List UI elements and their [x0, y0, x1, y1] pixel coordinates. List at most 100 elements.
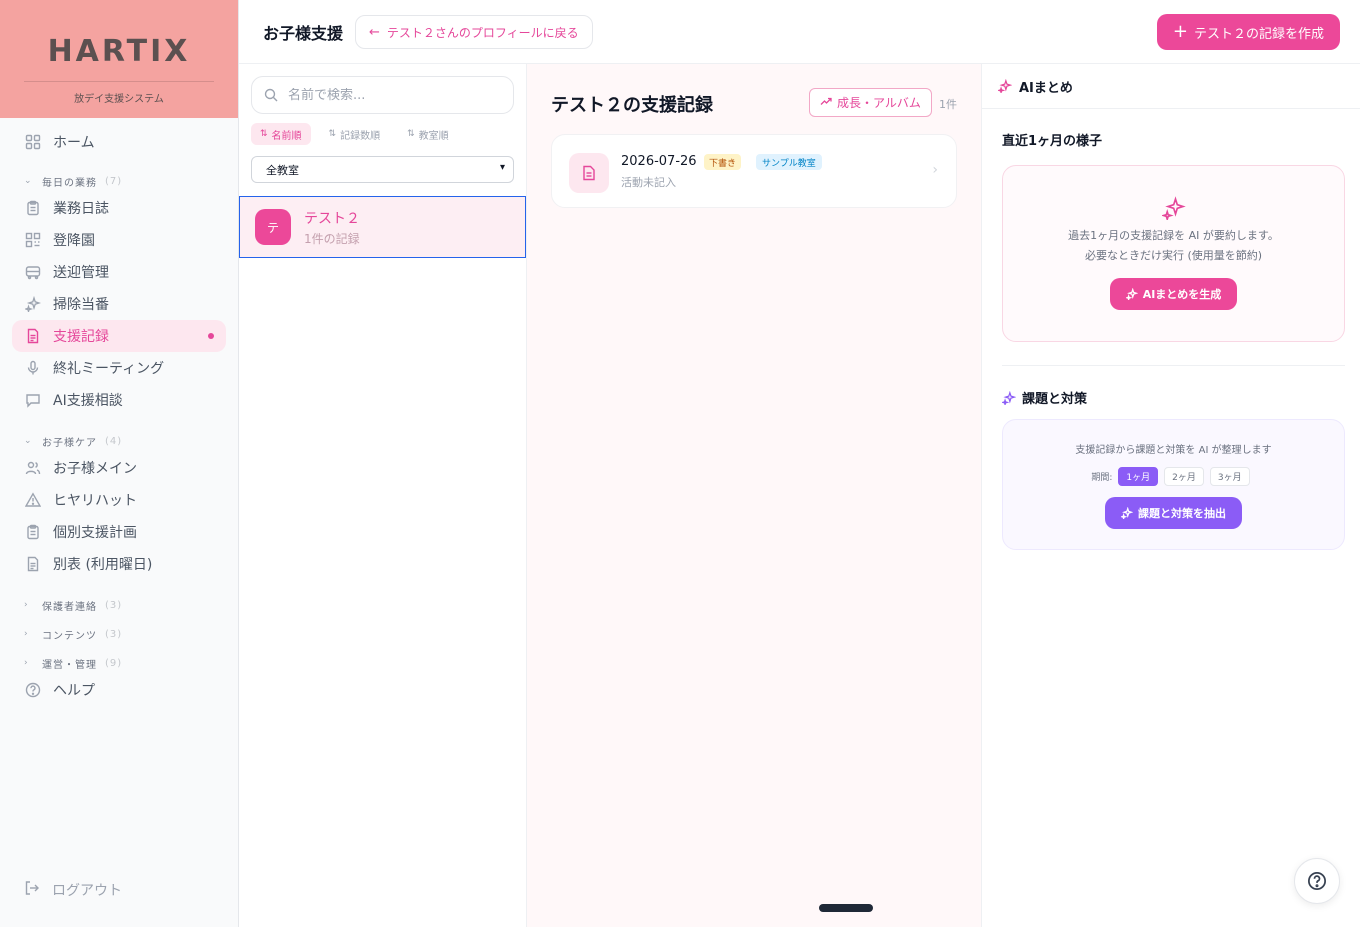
issues-description: 支援記録から課題と対策を AI が整理します — [1075, 445, 1272, 456]
sort-by-count-button[interactable]: ⇅ 記録数順 — [320, 123, 390, 145]
sort-by-room-button[interactable]: ⇅ 教室順 — [398, 123, 458, 145]
ai-panel-title: AIまとめ — [1019, 80, 1073, 96]
nav-group-care[interactable]: ⌄ お子様ケア (4) — [24, 430, 238, 452]
users-icon — [24, 459, 42, 477]
help-floating-button[interactable] — [1294, 858, 1340, 904]
sparkles-icon — [998, 79, 1012, 93]
nav-group-label: 保護者連絡 — [42, 601, 97, 613]
chevron-right-icon: › — [932, 162, 938, 178]
album-button-label: 成長・アルバム — [837, 96, 921, 110]
room-filter-select[interactable]: 全教室 ▾ — [251, 156, 514, 183]
records-count: 1件 — [939, 98, 957, 111]
search-input[interactable] — [288, 87, 488, 103]
sidebar-item-label: 別表 (利用曜日) — [53, 557, 153, 573]
nav-group-management[interactable]: › 運営・管理 (9) — [24, 652, 238, 674]
sidebar-item-cleaning[interactable]: 掃除当番 — [12, 288, 226, 320]
page-title: お子様支援 — [263, 24, 344, 43]
sidebar-item-label: 個別支援計画 — [53, 525, 137, 541]
section-title: 直近1ヶ月の様子 — [1002, 134, 1103, 149]
sidebar-item-support-plan[interactable]: 個別支援計画 — [12, 516, 226, 548]
recent-summary-heading: 直近1ヶ月の様子 — [1002, 130, 1102, 149]
sidebar-item-ai-consult[interactable]: AI支援相談 — [12, 384, 226, 416]
sidebar-item-transport[interactable]: 送迎管理 — [12, 256, 226, 288]
chat-icon — [24, 391, 42, 409]
record-card[interactable]: 2026-07-26 下書き サンプル教室 活動未記入 › — [551, 134, 957, 208]
trending-up-icon — [820, 96, 832, 109]
student-list-panel: ⇅名前順 ⇅記録数順 ⇅教室順 全教室 ▾ テ テスト２ 1件の記録 — [239, 64, 527, 927]
issues-heading: 課題と対策 — [1002, 388, 1087, 407]
scroll-handle[interactable] — [819, 904, 873, 912]
sidebar-item-support-records[interactable]: 支援記録 — [12, 320, 226, 352]
nav-group-count: (3) — [105, 628, 123, 640]
issues-card: 支援記録から課題と対策を AI が整理します 期間: 1ヶ月 2ヶ月 3ヶ月 課… — [1002, 419, 1345, 550]
sidebar-item-attendance[interactable]: 登降園 — [12, 224, 226, 256]
logout-label: ログアウト — [52, 883, 122, 899]
sidebar-item-schedule-table[interactable]: 別表 (利用曜日) — [12, 548, 226, 580]
help-circle-icon — [1308, 872, 1326, 890]
chevron-right-icon: › — [24, 600, 29, 610]
sort-icon: ⇅ — [260, 129, 268, 139]
ai-desc-line: 過去1ヶ月の支援記録を AI が要約します。 — [1068, 229, 1279, 242]
sidebar-item-help[interactable]: ヘルプ — [12, 674, 226, 706]
growth-album-button[interactable]: 成長・アルバム — [809, 88, 932, 117]
period-3-month-button[interactable]: 3ヶ月 — [1209, 467, 1250, 486]
sparkles-icon — [24, 295, 42, 313]
student-info: テスト２ 1件の記録 — [304, 208, 360, 247]
create-button-label: テスト２の記録を作成 — [1193, 26, 1324, 42]
sidebar-item-label: 掃除当番 — [53, 297, 109, 313]
sort-options: ⇅ 名前順 ⇅ 記録数順 ⇅ 教室順 — [251, 123, 467, 145]
sidebar-nav: ホーム ⌄ 毎日の業務 (7) 業務日誌 登降園 送迎管理 掃除当番 支援記録 … — [0, 118, 238, 706]
student-name: テスト２ — [304, 210, 360, 227]
microphone-icon — [24, 359, 42, 377]
search-box[interactable] — [251, 76, 514, 114]
grid-icon — [24, 133, 42, 151]
nav-group-guardians[interactable]: › 保護者連絡 (3) — [24, 594, 238, 616]
warning-icon — [24, 491, 42, 509]
record-date: 2026-07-26 — [621, 154, 697, 169]
chevron-down-icon: ⌄ — [24, 436, 33, 446]
nav-group-daily[interactable]: ⌄ 毎日の業務 (7) — [24, 170, 238, 192]
sidebar-item-label: ホーム — [53, 135, 95, 151]
sparkles-icon — [1002, 390, 1016, 405]
sidebar-item-child-main[interactable]: お子様メイン — [12, 452, 226, 484]
sidebar-item-near-miss[interactable]: ヒヤリハット — [12, 484, 226, 516]
active-indicator-dot — [208, 333, 214, 339]
sidebar-item-home[interactable]: ホーム — [12, 126, 226, 158]
nav-group-count: (7) — [105, 175, 123, 187]
extract-issues-button[interactable]: 課題と対策を抽出 — [1105, 497, 1242, 529]
clipboard-icon — [24, 523, 42, 541]
ai-summary-card: 過去1ヶ月の支援記録を AI が要約します。 必要なときだけ実行 (使用量を節約… — [1002, 165, 1345, 342]
clipboard-icon — [24, 199, 42, 217]
arrow-left-icon: ← — [369, 24, 380, 40]
record-activity: 活動未記入 — [621, 176, 676, 189]
logout-icon — [24, 880, 42, 900]
sidebar-item-label: お子様メイン — [53, 461, 137, 477]
brand-divider — [24, 81, 214, 82]
sparkles-icon — [1160, 196, 1186, 222]
nav-group-contents[interactable]: › コンテンツ (3) — [24, 623, 238, 645]
app-root: HARTIX 放デイ支援システム ホーム ⌄ 毎日の業務 (7) 業務日誌 登降… — [0, 0, 1360, 927]
records-title: テスト２の支援記録 — [551, 95, 713, 116]
chevron-right-icon: › — [24, 629, 29, 639]
logout-button[interactable]: ログアウト — [24, 880, 122, 900]
sidebar-item-work-log[interactable]: 業務日誌 — [12, 192, 226, 224]
brand-header: HARTIX 放デイ支援システム — [0, 0, 238, 118]
sort-label: 名前順 — [271, 130, 302, 142]
divider — [1002, 365, 1345, 366]
nav-group-label: 運営・管理 — [42, 659, 97, 671]
sort-by-name-button[interactable]: ⇅ 名前順 — [251, 123, 311, 145]
sidebar-item-closing-meeting[interactable]: 終礼ミーティング — [12, 352, 226, 384]
period-label: 期間: — [1091, 473, 1113, 483]
student-record-count: 1件の記録 — [304, 231, 360, 246]
back-to-profile-button[interactable]: ← テスト２さんのプロフィールに戻る — [355, 15, 593, 49]
student-list-item[interactable]: テ テスト２ 1件の記録 — [239, 196, 526, 258]
brand-logo[interactable]: HARTIX — [0, 34, 238, 69]
period-1-month-button[interactable]: 1ヶ月 — [1118, 467, 1159, 486]
period-2-month-button[interactable]: 2ヶ月 — [1164, 467, 1204, 486]
document-icon — [24, 327, 42, 345]
top-header: お子様支援 ← テスト２さんのプロフィールに戻る + テスト２の記録を作成 — [239, 0, 1360, 64]
records-panel: テスト２の支援記録 成長・アルバム 1件 2026-07-26 下書き サンプル… — [527, 64, 982, 927]
create-record-button[interactable]: + テスト２の記録を作成 — [1156, 14, 1340, 50]
generate-ai-summary-button[interactable]: AIまとめを生成 — [1109, 278, 1238, 310]
status-badge: 下書き — [704, 154, 742, 170]
